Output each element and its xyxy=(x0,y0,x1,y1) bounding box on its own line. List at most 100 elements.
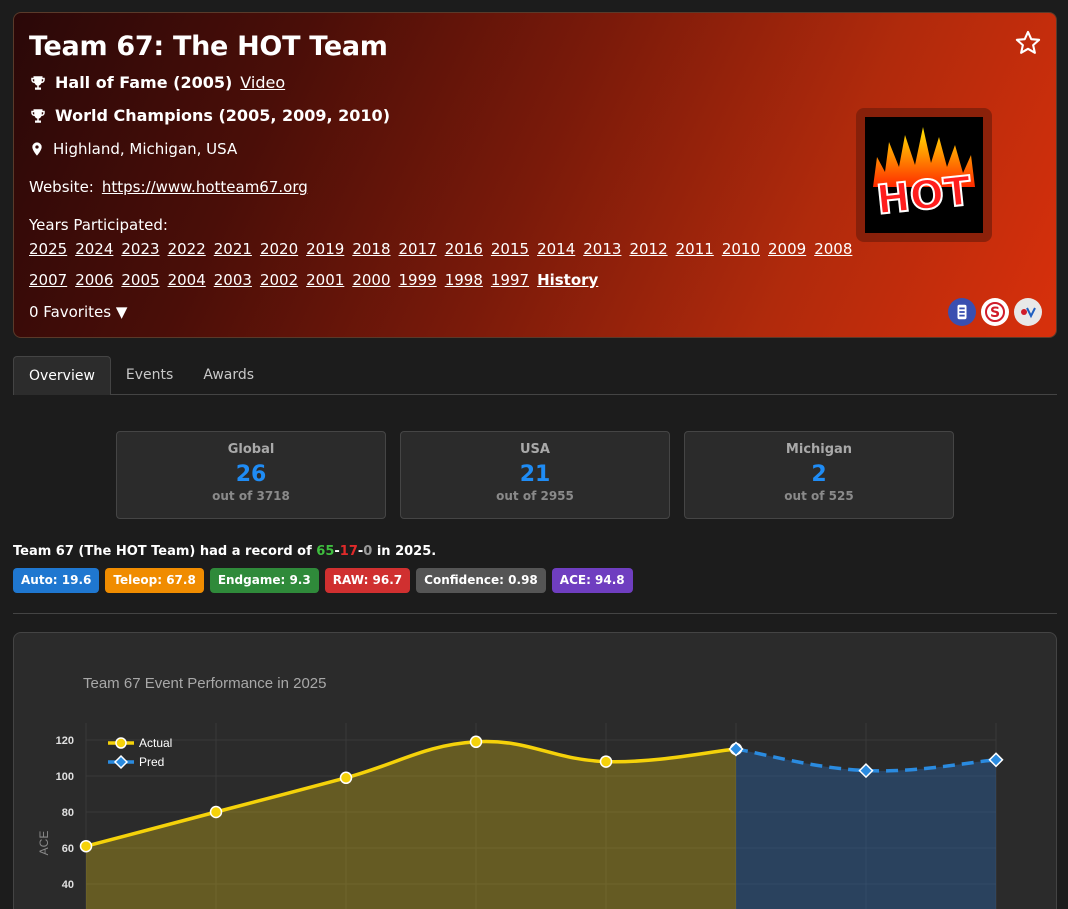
year-link[interactable]: 2020 xyxy=(260,240,298,258)
record-wins: 65 xyxy=(316,544,335,559)
year-link[interactable]: 2013 xyxy=(583,240,621,258)
year-link[interactable]: 1997 xyxy=(491,271,529,289)
location-text: Highland, Michigan, USA xyxy=(53,140,238,158)
legend-marker xyxy=(115,737,127,749)
y-tick-label: 100 xyxy=(56,771,74,783)
years-participated-label: Years Participated: xyxy=(29,216,168,234)
y-tick-label: 40 xyxy=(62,879,74,891)
year-link[interactable]: 2021 xyxy=(214,240,252,258)
raw-badge: RAW: 96.7 xyxy=(324,568,411,593)
year-link[interactable]: 2009 xyxy=(768,240,806,258)
tab-events[interactable]: Events xyxy=(111,356,188,394)
confidence-badge: Confidence: 0.98 xyxy=(416,568,546,593)
year-link[interactable]: 2006 xyxy=(75,271,113,289)
year-link[interactable]: 2007 xyxy=(29,271,67,289)
rank-label: Michigan xyxy=(785,442,853,457)
star-icon xyxy=(1015,30,1041,54)
y-axis-label: ACE xyxy=(37,831,51,856)
year-link[interactable]: 2003 xyxy=(214,271,252,289)
rank-value: 26 xyxy=(235,462,267,487)
rank-value: 21 xyxy=(519,462,551,487)
year-link[interactable]: 2019 xyxy=(306,240,344,258)
year-link[interactable]: 2008 xyxy=(814,240,852,258)
website-row: Website: https://www.hotteam67.org xyxy=(29,178,308,196)
legend-marker xyxy=(113,754,129,770)
year-link[interactable]: 2010 xyxy=(722,240,760,258)
year-link[interactable]: 2014 xyxy=(537,240,575,258)
rank-card-usa: USA 21 out of 2955 xyxy=(400,431,670,519)
event-performance-chart: Team 67 Event Performance in 2025 40 60 80… xyxy=(13,632,1057,909)
chart-canvas: Team 67 Event Performance in 2025 40 60 80… xyxy=(37,675,1004,909)
hall-of-fame-row: Hall of Fame (2005) Video xyxy=(29,73,285,92)
website-link[interactable]: https://www.hotteam67.org xyxy=(102,178,308,196)
statbotics-icon[interactable]: S xyxy=(981,298,1009,326)
year-link[interactable]: 2012 xyxy=(629,240,667,258)
legend-label: Actual xyxy=(139,736,172,750)
year-link[interactable]: 2001 xyxy=(306,271,344,289)
website-label: Website: xyxy=(29,178,94,196)
year-link[interactable]: 2018 xyxy=(352,240,390,258)
year-link[interactable]: 2015 xyxy=(491,240,529,258)
favorite-star-button[interactable] xyxy=(1014,29,1042,57)
chart-title: Team 67 Event Performance in 2025 xyxy=(83,675,326,692)
year-link[interactable]: 2002 xyxy=(260,271,298,289)
year-link[interactable]: 2024 xyxy=(75,240,113,258)
year-link[interactable]: 2016 xyxy=(445,240,483,258)
rank-total: out of 3718 xyxy=(212,489,290,503)
year-link[interactable]: 1998 xyxy=(445,271,483,289)
year-link[interactable]: 2000 xyxy=(352,271,390,289)
auto-badge: Auto: 19.6 xyxy=(13,568,100,593)
year-link[interactable]: 2004 xyxy=(168,271,206,289)
rank-total: out of 525 xyxy=(784,489,854,503)
rank-total: out of 2955 xyxy=(496,489,574,503)
data-point xyxy=(209,805,223,819)
location-row: Highland, Michigan, USA xyxy=(29,140,237,158)
rank-value: 2 xyxy=(811,462,827,487)
video-link[interactable]: Video xyxy=(240,73,285,92)
hall-of-fame-label: Hall of Fame (2005) xyxy=(55,73,233,92)
blue-alliance-icon[interactable] xyxy=(948,298,976,326)
favorites-dropdown[interactable]: 0 Favorites ▼ xyxy=(29,303,127,321)
team-title: Team 67: The HOT Team xyxy=(29,31,388,62)
external-links: S xyxy=(948,298,1042,326)
first-icon[interactable] xyxy=(1014,298,1042,326)
y-tick-label: 60 xyxy=(62,843,74,855)
year-link[interactable]: 2011 xyxy=(676,240,714,258)
rank-card-global: Global 26 out of 3718 xyxy=(116,431,386,519)
series-area xyxy=(86,741,736,909)
tab-overview[interactable]: Overview xyxy=(13,356,111,395)
section-divider xyxy=(13,613,1057,614)
world-champions-label: World Champions (2005, 2009, 2010) xyxy=(55,106,390,125)
y-tick-label: 80 xyxy=(62,807,74,819)
tab-bar: Overview Events Awards xyxy=(13,356,1057,395)
world-champions-row: World Champions (2005, 2009, 2010) xyxy=(29,106,390,125)
years-row-2: 2007 2006 2005 2004 2003 2002 2001 2000 … xyxy=(29,271,598,289)
endgame-badge: Endgame: 9.3 xyxy=(209,568,319,593)
year-link[interactable]: 2025 xyxy=(29,240,67,258)
record-suffix: in 2025. xyxy=(372,544,437,559)
ace-badge: ACE: 94.8 xyxy=(551,568,633,593)
season-record-text: Team 67 (The HOT Team) had a record of 6… xyxy=(13,544,436,559)
record-prefix: Team 67 (The HOT Team) had a record of xyxy=(13,544,317,559)
stat-badges: Auto: 19.6 Teleop: 67.8 Endgame: 9.3 RAW… xyxy=(13,568,633,593)
data-point xyxy=(599,755,613,768)
teleop-badge: Teleop: 67.8 xyxy=(105,568,204,593)
trophy-icon xyxy=(31,75,45,90)
year-link[interactable]: 2022 xyxy=(168,240,206,258)
year-link[interactable]: 1999 xyxy=(399,271,437,289)
data-point xyxy=(339,771,353,785)
record-ties: 0 xyxy=(363,544,373,559)
year-link[interactable]: 2005 xyxy=(121,271,159,289)
team-logo: HOT xyxy=(856,108,992,242)
tab-awards[interactable]: Awards xyxy=(188,356,269,394)
map-pin-icon xyxy=(32,142,42,156)
year-link[interactable]: 2023 xyxy=(121,240,159,258)
data-point xyxy=(79,839,93,853)
year-link[interactable]: 2017 xyxy=(399,240,437,258)
data-point xyxy=(469,735,483,749)
legend-label: Pred xyxy=(139,755,164,769)
years-row-1: 2025 2024 2023 2022 2021 2020 2019 2018 … xyxy=(29,240,852,258)
svg-text:HOT: HOT xyxy=(874,168,974,224)
history-link[interactable]: History xyxy=(537,271,598,289)
rank-label: USA xyxy=(520,442,550,457)
